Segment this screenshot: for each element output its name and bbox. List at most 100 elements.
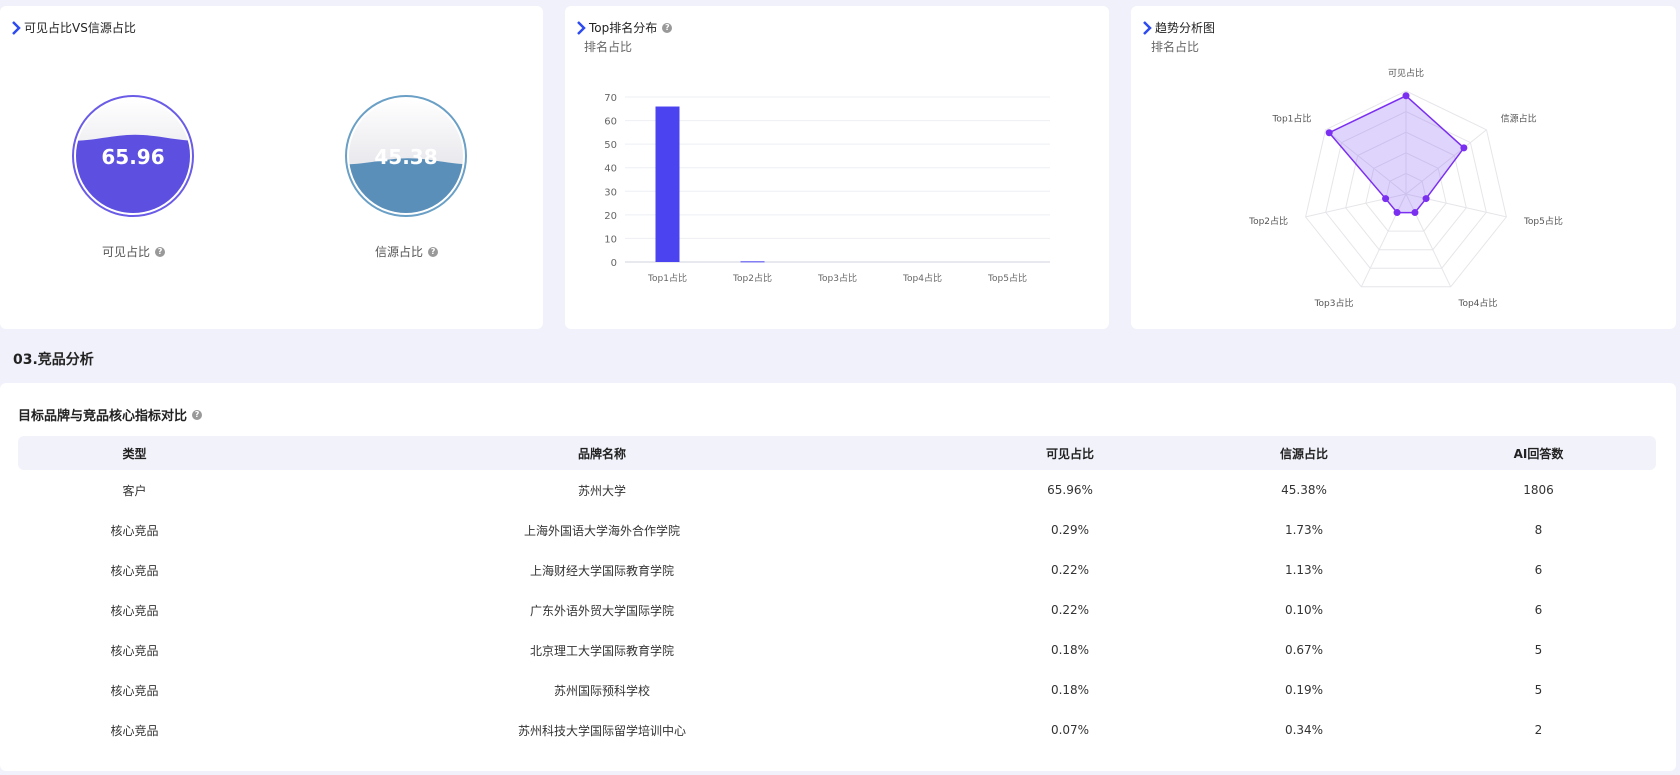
chevron-right-icon <box>12 20 21 35</box>
header-brand-name[interactable]: 品牌名称 <box>251 436 953 470</box>
table-row: 核心竞品 广东外语外贸大学国际学院 0.22% 0.10% 6 <box>18 590 1656 630</box>
table-header-row: 类型 品牌名称 可见占比 信源占比 AI回答数 <box>18 436 1656 470</box>
cell-visibility: 0.22% <box>1050 563 1090 577</box>
radar-point[interactable] <box>1393 209 1401 217</box>
radar-point[interactable] <box>1460 144 1468 152</box>
visibility-label-text: 可见占比 <box>102 245 151 259</box>
bar[interactable] <box>740 261 765 263</box>
cell-source: 1.73% <box>1284 523 1324 537</box>
cell-ai-answers: 8 <box>1534 523 1543 537</box>
radar-axis-label: Top3占比 <box>1314 297 1354 309</box>
panel-title: 可见占比VS信源占比 <box>10 19 136 36</box>
cell-type: 核心竞品 <box>110 563 159 578</box>
cell-brand: 苏州大学 <box>577 483 626 498</box>
help-icon[interactable]: ? <box>155 246 166 257</box>
cell-brand: 苏州科技大学国际留学培训中心 <box>517 723 686 738</box>
visibility-vs-source-panel: 可见占比VS信源占比 65.96 可见占比 ? 45.38 信源占比 ? <box>0 6 543 329</box>
cell-type: 核心竞品 <box>110 643 159 658</box>
trend-radar-chart: 可见占比信源占比 Top5占比 Top4占比 Top3占比 Top2占比 Top1占比 <box>1248 67 1563 309</box>
visibility-gauge: 65.96 <box>72 95 194 217</box>
table-row: 客户 苏州大学 65.96% 45.38% 1806 <box>18 470 1656 510</box>
y-tick-label: 70 <box>604 93 617 104</box>
radar-axis-label: 信源占比 <box>1501 113 1537 125</box>
cell-visibility: 0.18% <box>1050 683 1090 697</box>
competitor-table: 类型 品牌名称 可见占比 信源占比 AI回答数 客户 苏州大学 65.96% 4… <box>18 436 1656 750</box>
cell-ai-answers: 5 <box>1534 683 1543 697</box>
cell-type: 核心竞品 <box>110 523 159 538</box>
x-tick-label: Top4占比 <box>902 272 942 284</box>
cell-ai-answers: 1806 <box>1523 483 1554 497</box>
radar-point[interactable] <box>1422 195 1430 203</box>
table-row: 核心竞品 上海财经大学国际教育学院 0.22% 1.13% 6 <box>18 550 1656 590</box>
y-tick-label: 30 <box>604 187 617 198</box>
cell-brand: 上海财经大学国际教育学院 <box>529 563 674 578</box>
y-tick-label: 0 <box>611 258 617 269</box>
table-title-text: 目标品牌与竞品核心指标对比 <box>18 409 188 424</box>
cell-visibility: 0.22% <box>1050 603 1090 617</box>
y-tick-label: 40 <box>604 164 617 175</box>
cell-brand: 上海外国语大学海外合作学院 <box>523 523 680 538</box>
radar-axis-label: Top5占比 <box>1523 215 1563 227</box>
header-type[interactable]: 类型 <box>18 436 251 470</box>
cell-type: 核心竞品 <box>110 683 159 698</box>
cell-brand: 苏州国际预科学校 <box>553 683 650 698</box>
table-title: 目标品牌与竞品核心指标对比 ? <box>18 405 203 424</box>
header-ai-answers[interactable]: AI回答数 <box>1421 436 1656 470</box>
x-tick-label: Top3占比 <box>817 272 857 284</box>
cell-source: 1.13% <box>1284 563 1324 577</box>
panel-title-text: 可见占比VS信源占比 <box>24 21 136 35</box>
help-icon[interactable]: ? <box>428 246 439 257</box>
radar-point[interactable] <box>1382 195 1390 203</box>
visibility-gauge-label: 可见占比 ? <box>102 243 166 260</box>
cell-visibility: 65.96% <box>1047 483 1093 497</box>
radar-point[interactable] <box>1325 129 1333 137</box>
competitor-table-card: 目标品牌与竞品核心指标对比 ? 类型 品牌名称 可见占比 信源占比 AI回答数 … <box>0 383 1676 771</box>
source-label-text: 信源占比 <box>375 245 424 259</box>
top-rank-panel: Top排名分布 ? 排名占比 0 10 20 30 40 50 60 70 Top1占比 Top2… <box>565 6 1109 329</box>
trend-analysis-panel: 趋势分析图 排名占比 可见占比 信源占比 Top5占比 Top4占比 Top3占比 Top… <box>1131 6 1676 329</box>
radar-axis-label: Top4占比 <box>1458 297 1498 309</box>
x-tick-label: Top5占比 <box>987 272 1027 284</box>
cell-ai-answers: 6 <box>1534 603 1543 617</box>
radar-axis-label: 可见占比 <box>1388 67 1424 79</box>
source-gauge: 45.38 <box>345 95 467 217</box>
y-tick-label: 10 <box>604 234 617 245</box>
source-gauge-label: 信源占比 ? <box>375 243 439 260</box>
bar[interactable] <box>655 106 680 262</box>
cell-ai-answers: 6 <box>1534 563 1543 577</box>
visibility-gauge-value: 65.96 <box>101 145 164 169</box>
radar-point[interactable] <box>1411 209 1419 217</box>
header-source[interactable]: 信源占比 <box>1187 436 1421 470</box>
radar-axis-label: Top1占比 <box>1271 113 1311 125</box>
cell-brand: 北京理工大学国际教育学院 <box>529 643 674 658</box>
cell-ai-answers: 5 <box>1534 643 1543 657</box>
cell-visibility: 0.07% <box>1050 723 1090 737</box>
cell-source: 45.38% <box>1281 483 1327 497</box>
y-tick-label: 60 <box>604 117 617 128</box>
cell-type: 核心竞品 <box>110 603 159 618</box>
table-row: 核心竞品 苏州科技大学国际留学培训中心 0.07% 0.34% 2 <box>18 710 1656 750</box>
cell-source: 0.34% <box>1284 723 1324 737</box>
x-tick-label: Top2占比 <box>732 272 772 284</box>
cell-source: 0.67% <box>1284 643 1324 657</box>
top-rank-bar-chart: 0 10 20 30 40 50 60 70 Top1占比 Top2占比 Top3占比 Top4占比 T… <box>604 93 1050 284</box>
cell-brand: 广东外语外贸大学国际学院 <box>529 603 674 618</box>
cell-ai-answers: 2 <box>1534 723 1543 737</box>
source-gauge-value: 45.38 <box>374 145 437 169</box>
cell-source: 0.19% <box>1284 683 1324 697</box>
section-title: 03.竞品分析 <box>13 352 94 368</box>
x-tick-label: Top1占比 <box>647 272 687 284</box>
cell-type: 核心竞品 <box>110 723 159 738</box>
help-icon[interactable]: ? <box>192 409 203 420</box>
table-row: 核心竞品 北京理工大学国际教育学院 0.18% 0.67% 5 <box>18 630 1656 670</box>
radar-point[interactable] <box>1402 92 1410 100</box>
header-visibility[interactable]: 可见占比 <box>953 436 1187 470</box>
cell-source: 0.10% <box>1284 603 1324 617</box>
table-row: 核心竞品 上海外国语大学海外合作学院 0.29% 1.73% 8 <box>18 510 1656 550</box>
cell-type: 客户 <box>122 483 147 498</box>
cell-visibility: 0.18% <box>1050 643 1090 657</box>
radar-area <box>1327 94 1465 214</box>
cell-visibility: 0.29% <box>1050 523 1090 537</box>
y-tick-label: 50 <box>604 140 617 151</box>
radar-axis-label: Top2占比 <box>1248 215 1288 227</box>
